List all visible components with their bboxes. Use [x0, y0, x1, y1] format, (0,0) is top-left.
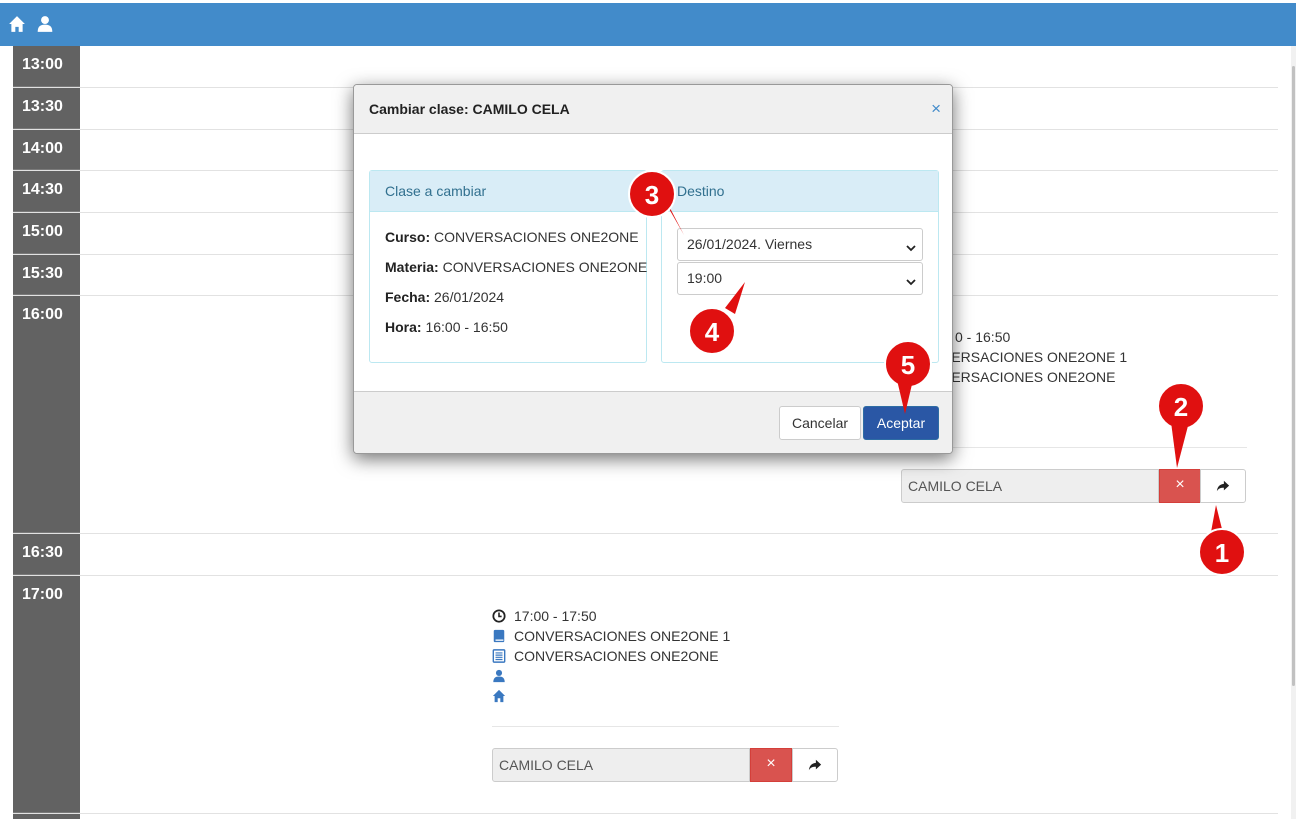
course-label: Curso:: [385, 229, 431, 245]
card-subject: VERSACIONES ONE2ONE: [942, 369, 1116, 385]
student-name-field: CAMILO CELA: [901, 469, 1159, 503]
modal-header: Cambiar clase: CAMILO CELA ×: [354, 85, 952, 134]
time-label: 14:00: [13, 130, 80, 170]
close-icon[interactable]: ×: [931, 99, 941, 119]
source-panel-heading: Clase a cambiar: [370, 171, 646, 212]
time-label: 13:00: [13, 46, 80, 87]
top-navbar: [0, 0, 1296, 46]
step-marker-3: 3: [628, 170, 694, 240]
list-icon: [492, 649, 506, 663]
time-slot-1300: 13:00: [13, 46, 1278, 88]
time-label: 16:30: [13, 534, 80, 575]
destination-panel-heading: Destino: [662, 171, 938, 212]
step-number-2: 2: [1174, 392, 1188, 422]
course-value: CONVERSACIONES ONE2ONE: [434, 229, 639, 245]
step-number-4: 4: [705, 317, 720, 347]
time-label: 15:00: [13, 213, 80, 254]
destination-date-select[interactable]: 26/01/2024. Viernes: [677, 228, 923, 261]
time-info: Hora: 16:00 - 16:50: [385, 319, 508, 335]
page-scrollbar[interactable]: [1291, 46, 1296, 819]
card-course: CONVERSACIONES ONE2ONE 1: [514, 628, 731, 644]
time-value: 16:00 - 16:50: [425, 319, 508, 335]
time-slot-1630: 16:30: [13, 534, 1278, 576]
step-marker-1: 1: [1197, 500, 1249, 583]
card-divider: [492, 726, 839, 727]
step-number-1: 1: [1215, 538, 1229, 568]
card-course-row: CONVERSACIONES ONE2ONE 1: [492, 628, 730, 644]
time-label: 13:30: [13, 88, 80, 129]
chevron-down-icon: [906, 240, 916, 252]
source-class-panel: Clase a cambiar Curso: CONVERSACIONES ON…: [369, 170, 647, 363]
step-marker-2: 2: [1155, 382, 1207, 477]
scrollbar-thumb[interactable]: [1292, 66, 1295, 686]
clock-icon: [492, 609, 506, 623]
time-label: Hora:: [385, 319, 422, 335]
date-info: Fecha: 26/01/2024: [385, 289, 504, 305]
card-course: VERSACIONES ONE2ONE 1: [942, 349, 1128, 365]
modal-title: Cambiar clase: CAMILO CELA: [369, 101, 570, 117]
date-value: 26/01/2024: [434, 289, 505, 305]
home-icon[interactable]: [8, 15, 26, 33]
date-label: Fecha:: [385, 289, 431, 305]
card-teacher-row: [492, 668, 514, 684]
student-name-field: CAMILO CELA: [492, 748, 750, 782]
user-icon[interactable]: [36, 15, 54, 33]
book-icon: [492, 629, 506, 643]
home-icon: [492, 689, 506, 703]
cancel-button[interactable]: Cancelar: [779, 406, 861, 440]
step-number-5: 5: [901, 350, 915, 380]
time-label: 14:30: [13, 171, 80, 212]
user-icon: [492, 669, 506, 683]
destination-date-value: 26/01/2024. Viernes: [687, 236, 813, 252]
remove-student-button[interactable]: ×: [750, 748, 792, 782]
course-info: Curso: CONVERSACIONES ONE2ONE: [385, 229, 639, 245]
change-class-button[interactable]: [792, 748, 838, 782]
time-label: 16:00: [13, 296, 80, 533]
share-arrow-icon: [808, 759, 822, 771]
class-card-1700: 17:00 - 17:50 CONVERSACIONES ONE2ONE 1 C…: [468, 597, 863, 791]
card-subject: CONVERSACIONES ONE2ONE: [514, 648, 719, 664]
modal-footer: Cancelar Aceptar: [354, 391, 952, 453]
card-time-row: 17:00 - 17:50: [492, 608, 597, 624]
time-label: 17:00: [13, 576, 80, 813]
change-class-modal: Cambiar clase: CAMILO CELA × Clase a cam…: [353, 84, 953, 454]
subject-label: Materia:: [385, 259, 439, 275]
card-room-row: [492, 688, 514, 704]
chevron-down-icon: [906, 274, 916, 286]
subject-info: Materia: CONVERSACIONES ONE2ONE: [385, 259, 647, 275]
share-arrow-icon: [1216, 480, 1230, 492]
card-time: 17:00 - 17:50: [514, 608, 597, 624]
time-label: 15:30: [13, 255, 80, 295]
step-number-3: 3: [645, 180, 659, 210]
step-marker-5: 5: [883, 340, 935, 419]
card-time: 0 - 16:50: [955, 329, 1011, 345]
card-subject-row: CONVERSACIONES ONE2ONE: [492, 648, 719, 664]
step-marker-4: 4: [687, 280, 753, 361]
subject-value: CONVERSACIONES ONE2ONE: [442, 259, 648, 275]
